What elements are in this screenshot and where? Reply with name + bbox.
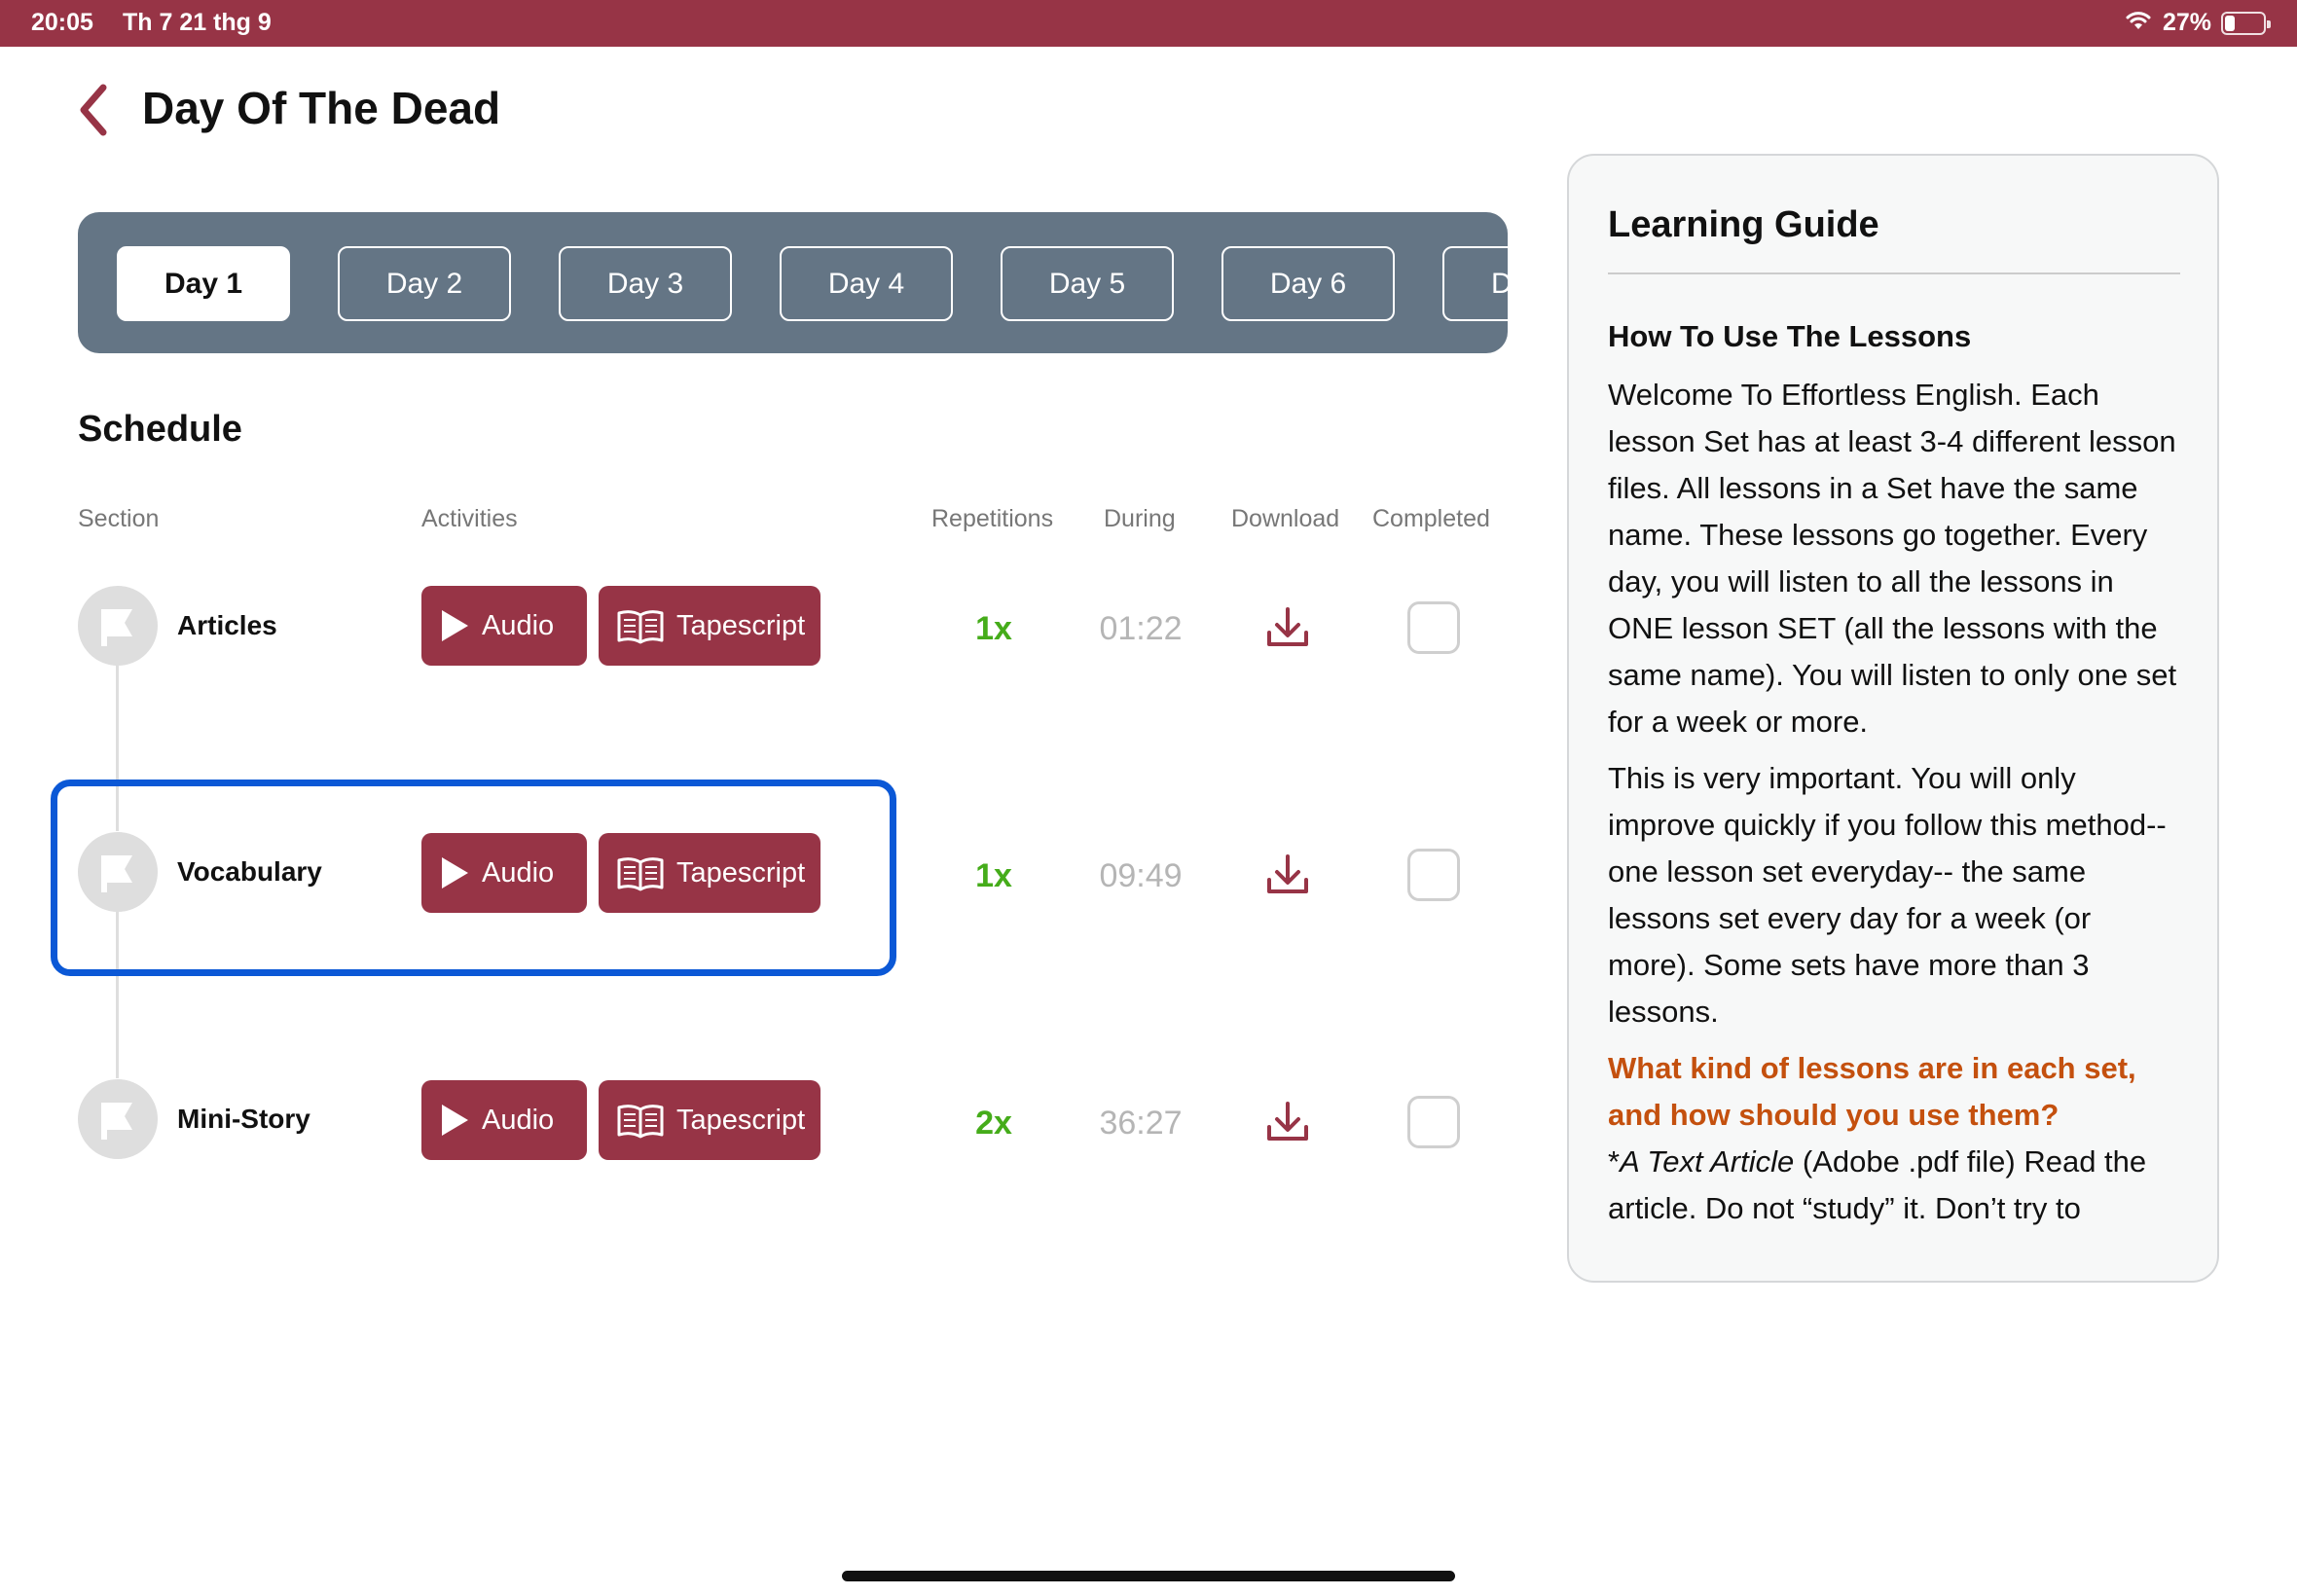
highlight-box xyxy=(51,780,896,976)
battery-percent: 27% xyxy=(2162,9,2211,36)
guide-body: Welcome To Effortless English. Each less… xyxy=(1608,372,2182,1242)
column-header-activities: Activities xyxy=(421,505,518,532)
flag-icon xyxy=(78,586,158,666)
tab-day-1[interactable]: Day 1 xyxy=(117,246,290,321)
guide-paragraph: Welcome To Effortless English. Each less… xyxy=(1608,378,2177,739)
play-icon xyxy=(442,610,468,641)
wifi-icon xyxy=(2124,8,2153,38)
book-icon xyxy=(617,610,664,644)
tapescript-label: Tapescript xyxy=(676,1104,806,1136)
tab-day-4[interactable]: Day 4 xyxy=(780,246,953,321)
audio-button[interactable]: Audio xyxy=(421,1080,587,1160)
repetitions-value: 1x xyxy=(975,610,1012,647)
back-button[interactable] xyxy=(70,82,117,138)
battery-icon xyxy=(2221,11,2271,35)
section-name: Articles xyxy=(177,610,277,640)
completed-checkbox[interactable] xyxy=(1407,1096,1460,1148)
repetitions-value: 1x xyxy=(975,857,1012,894)
guide-paragraph: This is very important. You will only im… xyxy=(1608,761,2167,1029)
status-date: Th 7 21 thg 9 xyxy=(123,9,272,36)
tab-day-2[interactable]: Day 2 xyxy=(338,246,511,321)
divider xyxy=(1608,272,2180,274)
tapescript-button[interactable]: Tapescript xyxy=(599,1080,820,1160)
download-icon xyxy=(1267,854,1308,893)
flag-icon xyxy=(78,1079,158,1159)
column-header-completed: Completed xyxy=(1372,505,1490,532)
page-title: Day Of The Dead xyxy=(142,83,501,133)
tapescript-button[interactable]: Tapescript xyxy=(599,586,820,666)
play-icon xyxy=(442,1105,468,1136)
download-icon xyxy=(1267,607,1308,646)
tab-day-6[interactable]: Day 6 xyxy=(1221,246,1395,321)
duration-value: 01:22 xyxy=(1099,610,1183,647)
schedule-title: Schedule xyxy=(78,409,242,450)
status-indicators: 27% xyxy=(2124,8,2271,38)
column-header-during: During xyxy=(1104,505,1176,532)
tab-day-5[interactable]: Day 5 xyxy=(1001,246,1174,321)
book-icon xyxy=(617,1105,664,1139)
status-time: 20:05 xyxy=(31,9,93,36)
guide-paragraph: *A Text Article (Adobe .pdf file) Read t… xyxy=(1608,1144,2147,1225)
guide-subtitle: How To Use The Lessons xyxy=(1608,319,1972,353)
download-button[interactable] xyxy=(1263,1098,1312,1146)
audio-label: Audio xyxy=(482,609,555,641)
completed-checkbox[interactable] xyxy=(1407,849,1460,901)
column-header-section: Section xyxy=(78,505,160,532)
section-name: Mini-Story xyxy=(177,1104,310,1134)
repetitions-value: 2x xyxy=(975,1105,1012,1142)
guide-title: Learning Guide xyxy=(1608,204,1879,245)
learning-guide-panel: Learning Guide How To Use The Lessons We… xyxy=(1567,154,2219,1283)
audio-button[interactable]: Audio xyxy=(421,586,587,666)
guide-emphasis: A Text Article xyxy=(1620,1144,1795,1179)
download-button[interactable] xyxy=(1263,851,1312,899)
column-header-download: Download xyxy=(1231,505,1340,532)
duration-value: 09:49 xyxy=(1099,857,1183,894)
status-bar: 20:05 Th 7 21 thg 9 27% xyxy=(0,0,2297,47)
tapescript-label: Tapescript xyxy=(676,609,806,641)
tab-day-3[interactable]: Day 3 xyxy=(559,246,732,321)
tab-day-7[interactable]: Day 7 xyxy=(1442,246,1508,321)
home-indicator[interactable] xyxy=(842,1571,1455,1581)
download-icon xyxy=(1267,1102,1308,1141)
audio-label: Audio xyxy=(482,1104,555,1136)
download-button[interactable] xyxy=(1263,603,1312,652)
day-tabs: Day 1 Day 2 Day 3 Day 4 Day 5 Day 6 Day … xyxy=(78,212,1508,353)
completed-checkbox[interactable] xyxy=(1407,601,1460,654)
column-header-repetitions: Repetitions xyxy=(931,505,1054,532)
duration-value: 36:27 xyxy=(1099,1105,1183,1142)
guide-question: What kind of lessons are in each set, an… xyxy=(1608,1051,2136,1132)
chevron-left-icon xyxy=(80,84,107,136)
